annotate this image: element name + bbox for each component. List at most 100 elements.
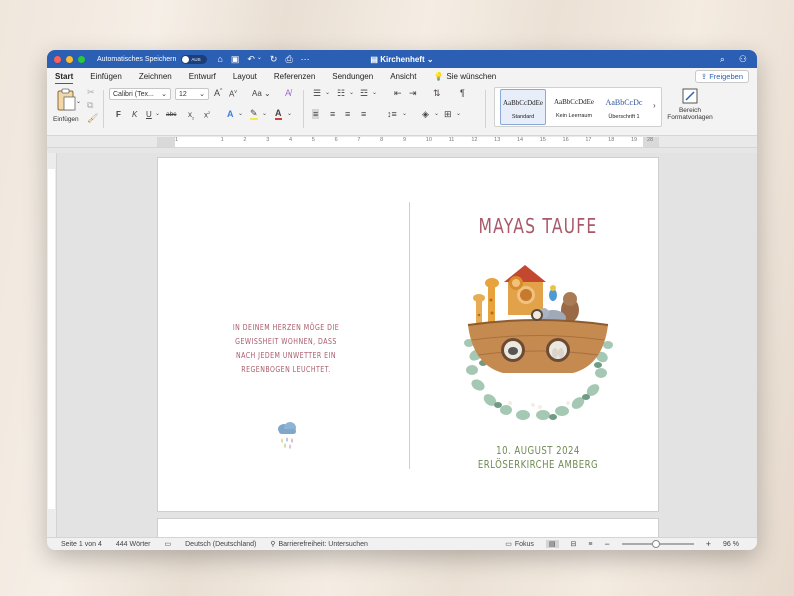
- numbering-icon[interactable]: ☷: [337, 88, 345, 99]
- bullets-icon[interactable]: ☰: [313, 88, 321, 99]
- tab-einfuegen[interactable]: Einfügen: [90, 72, 122, 81]
- minimize-button[interactable]: [66, 55, 73, 63]
- autosave-toggle[interactable]: AUS: [181, 54, 208, 64]
- tab-start[interactable]: Start: [55, 72, 74, 85]
- horizontal-ruler[interactable]: 1 1 2 3 4 5 6 7 8 9 10 11 12 13 14 15 16 17 18 19 28: [47, 136, 757, 148]
- font-color-dropdown-icon[interactable]: ⌄: [287, 110, 292, 117]
- style-ueberschrift-1[interactable]: AaBbCcDc Überschrift 1: [601, 89, 647, 125]
- align-left-icon[interactable]: ≡: [312, 109, 320, 119]
- italic-button[interactable]: K: [132, 110, 137, 119]
- ruler-number: 5: [311, 137, 315, 143]
- text-effects-dropdown-icon[interactable]: ⌄: [238, 110, 243, 117]
- underline-button[interactable]: U: [146, 110, 152, 119]
- ruler-number: 3: [266, 137, 270, 143]
- grow-font-button[interactable]: A^: [214, 88, 222, 98]
- superscript-button[interactable]: x2: [204, 110, 210, 120]
- copy-icon[interactable]: ⧉: [87, 100, 93, 111]
- style-standard[interactable]: AaBbCcDdEe Standard: [500, 89, 546, 125]
- language[interactable]: Deutsch (Deutschland): [185, 541, 256, 548]
- bold-button[interactable]: F: [116, 110, 121, 119]
- more-icon[interactable]: ⋯: [301, 54, 310, 65]
- autosave-state: AUS: [191, 56, 201, 62]
- styles-pane-button[interactable]: Bereich Formatvorlagen: [665, 87, 715, 121]
- accessibility-status[interactable]: ⚲ Barrierefreiheit: Untersuchen: [270, 540, 368, 549]
- style-kein-leerraum[interactable]: AaBbCcDdEe Kein Leerraum: [551, 89, 597, 125]
- zoom-window-button[interactable]: [78, 55, 85, 63]
- font-size-select[interactable]: 12 ⌄: [175, 88, 209, 100]
- print-icon[interactable]: ⎙: [285, 54, 292, 65]
- font-name-select[interactable]: Calibri (Tex... ⌄: [109, 88, 171, 100]
- tell-me[interactable]: 💡 Sie wünschen: [433, 72, 496, 81]
- page-2[interactable]: [157, 518, 659, 537]
- multilevel-list-icon[interactable]: ☲: [360, 88, 368, 99]
- word-count[interactable]: 444 Wörter: [116, 541, 151, 548]
- tab-ansicht[interactable]: Ansicht: [390, 72, 416, 81]
- vertical-ruler[interactable]: [47, 153, 57, 537]
- show-formatting-button[interactable]: ¶: [460, 88, 465, 98]
- page-count[interactable]: Seite 1 von 4: [61, 541, 102, 548]
- close-button[interactable]: [54, 55, 61, 63]
- zoom-slider[interactable]: [621, 540, 694, 548]
- date-location[interactable]: 10. August 2024 Erlöserkirche Amberg: [476, 444, 601, 472]
- undo-dropdown-icon[interactable]: ⌄: [257, 54, 262, 65]
- underline-dropdown-icon[interactable]: ⌄: [155, 110, 160, 117]
- web-layout-view-icon[interactable]: ⊟: [571, 540, 577, 548]
- title-chevron-icon[interactable]: ⌄: [425, 55, 434, 64]
- ruler-numbers: 1 1 2 3 4 5 6 7 8 9 10 11 12 13 14 15 16 17 18 19: [175, 137, 654, 143]
- redo-icon[interactable]: ↻: [270, 54, 278, 65]
- bullets-dropdown-icon[interactable]: ⌄: [325, 89, 330, 96]
- document-title[interactable]: Kirchenheft: [380, 55, 424, 64]
- zoom-in-button[interactable]: +: [706, 539, 711, 549]
- borders-icon[interactable]: ⊞: [444, 109, 452, 120]
- increase-indent-icon[interactable]: ⇥: [409, 88, 417, 99]
- cut-icon[interactable]: ✂: [87, 87, 95, 98]
- tab-layout[interactable]: Layout: [233, 72, 257, 81]
- outline-view-icon[interactable]: ≡: [588, 541, 592, 548]
- align-center-icon[interactable]: ≡: [330, 109, 335, 119]
- strikethrough-button[interactable]: abc: [166, 111, 176, 118]
- tab-entwurf[interactable]: Entwurf: [189, 72, 216, 81]
- shading-icon[interactable]: ◈: [422, 109, 429, 120]
- numbering-dropdown-icon[interactable]: ⌄: [349, 89, 354, 96]
- line-spacing-icon[interactable]: ↕≡: [387, 109, 397, 119]
- sort-icon[interactable]: ⇅: [433, 88, 441, 99]
- share-button[interactable]: ⇪ Freigeben: [694, 69, 749, 83]
- print-layout-view-icon[interactable]: ▤: [545, 540, 559, 548]
- home-icon[interactable]: ⌂: [217, 54, 222, 65]
- tab-referenzen[interactable]: Referenzen: [274, 72, 315, 81]
- search-icon[interactable]: ⌕: [720, 54, 725, 65]
- shading-dropdown-icon[interactable]: ⌄: [434, 110, 439, 117]
- paste-dropdown-icon[interactable]: ⌄: [76, 98, 81, 105]
- undo-icon[interactable]: ↶: [247, 54, 255, 65]
- highlight-dropdown-icon[interactable]: ⌄: [262, 110, 267, 117]
- zoom-out-button[interactable]: −: [605, 539, 610, 549]
- page-1[interactable]: In deinem Herzen möge die Gewissheit woh…: [157, 157, 659, 512]
- document-area[interactable]: In deinem Herzen möge die Gewissheit woh…: [47, 153, 757, 537]
- format-painter-icon[interactable]: 🖌: [87, 113, 98, 124]
- multilevel-dropdown-icon[interactable]: ⌄: [372, 89, 377, 96]
- clear-formatting-icon[interactable]: A̸: [285, 88, 291, 98]
- decrease-indent-icon[interactable]: ⇤: [394, 88, 402, 99]
- people-icon[interactable]: ⚇: [739, 54, 747, 65]
- align-right-icon[interactable]: ≡: [345, 109, 350, 119]
- tab-sendungen[interactable]: Sendungen: [332, 72, 373, 81]
- font-color-icon[interactable]: A: [275, 109, 282, 120]
- styles-more-icon[interactable]: ›: [653, 101, 656, 110]
- change-case-button[interactable]: Aa ⌄: [252, 89, 271, 98]
- save-icon[interactable]: ▣: [231, 54, 240, 65]
- focus-button[interactable]: ▭ Fokus: [505, 540, 534, 549]
- text-effects-icon[interactable]: A: [227, 109, 234, 119]
- highlight-icon[interactable]: ✎: [250, 109, 258, 120]
- zoom-level[interactable]: 96 %: [723, 541, 739, 548]
- line-spacing-dropdown-icon[interactable]: ⌄: [402, 110, 407, 117]
- borders-dropdown-icon[interactable]: ⌄: [456, 110, 461, 117]
- quote-text[interactable]: In deinem Herzen möge die Gewissheit woh…: [230, 321, 342, 377]
- justify-icon[interactable]: ≡: [361, 109, 366, 119]
- subscript-button[interactable]: x2: [188, 110, 194, 121]
- ruler-number: 11: [448, 137, 455, 143]
- tab-zeichnen[interactable]: Zeichnen: [139, 72, 172, 81]
- shrink-font-button[interactable]: Av: [229, 89, 237, 99]
- proofing-status[interactable]: ▭: [165, 540, 172, 548]
- document-title-text[interactable]: Mayas Taufe: [476, 214, 601, 238]
- zoom-slider-knob[interactable]: [652, 540, 661, 548]
